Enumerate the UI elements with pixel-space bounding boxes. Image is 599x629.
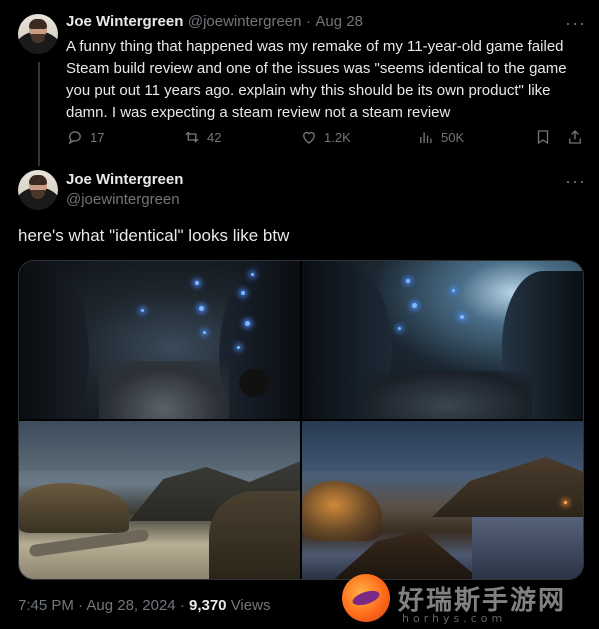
analytics-icon xyxy=(420,132,432,143)
author-handle[interactable]: @joewintergreen xyxy=(66,191,183,208)
reply-count: 17 xyxy=(90,129,105,145)
media-image[interactable] xyxy=(302,421,583,579)
reply-icon xyxy=(68,131,81,145)
bookmark-button[interactable] xyxy=(534,128,552,146)
tweet-text: A funny thing that happened was my remak… xyxy=(66,38,567,121)
repost-icon xyxy=(185,131,199,143)
watermark-logo-icon xyxy=(342,574,390,622)
tweet-time[interactable]: 7:45 PM xyxy=(18,597,74,614)
avatar[interactable] xyxy=(18,14,58,54)
media-image[interactable] xyxy=(302,261,583,419)
avatar[interactable] xyxy=(18,170,58,210)
media-image[interactable] xyxy=(19,421,300,579)
heart-icon xyxy=(303,131,315,144)
thread-connector xyxy=(38,62,40,166)
separator: · xyxy=(179,597,185,614)
separator: · xyxy=(78,597,84,614)
more-options-icon[interactable]: ··· xyxy=(565,14,586,32)
views-label: Views xyxy=(230,597,271,614)
tweet-meta: 7:45 PM · Aug 28, 2024 · 9,370 Views xyxy=(18,597,270,614)
repost-button[interactable]: 42 xyxy=(183,128,221,146)
author-handle[interactable]: @joewintergreen xyxy=(188,13,302,30)
watermark-subtext: horhys.com xyxy=(402,612,507,625)
like-button[interactable]: 1.2K xyxy=(300,128,351,146)
media-image[interactable] xyxy=(19,261,300,419)
tweet1-header: Joe Wintergreen @joewintergreen · Aug 28 xyxy=(66,13,363,31)
repost-count: 42 xyxy=(207,129,222,145)
separator: · xyxy=(305,13,311,30)
site-watermark: 好瑞斯手游网 horhys.com xyxy=(342,574,599,629)
tweet-date[interactable]: Aug 28 xyxy=(315,13,363,30)
author-name[interactable]: Joe Wintergreen xyxy=(66,171,183,188)
share-icon xyxy=(569,130,581,144)
tweet-actions: 17 42 1.2K 50K xyxy=(66,128,586,148)
tweet-text: here's what "identical" looks like btw xyxy=(18,226,290,245)
views-button[interactable]: 50K xyxy=(417,128,464,146)
tweet2-header: Joe Wintergreen @joewintergreen xyxy=(66,171,183,208)
more-options-icon[interactable]: ··· xyxy=(565,172,586,190)
views-count: 50K xyxy=(441,129,465,145)
bookmark-icon xyxy=(537,130,549,145)
media-grid xyxy=(18,260,584,580)
share-button[interactable] xyxy=(566,128,584,146)
tweet-full-date[interactable]: Aug 28, 2024 xyxy=(86,597,175,614)
views-total: 9,370 xyxy=(188,597,227,614)
reply-button[interactable]: 17 xyxy=(66,128,104,146)
like-count: 1.2K xyxy=(324,129,351,145)
author-name[interactable]: Joe Wintergreen xyxy=(66,13,183,30)
